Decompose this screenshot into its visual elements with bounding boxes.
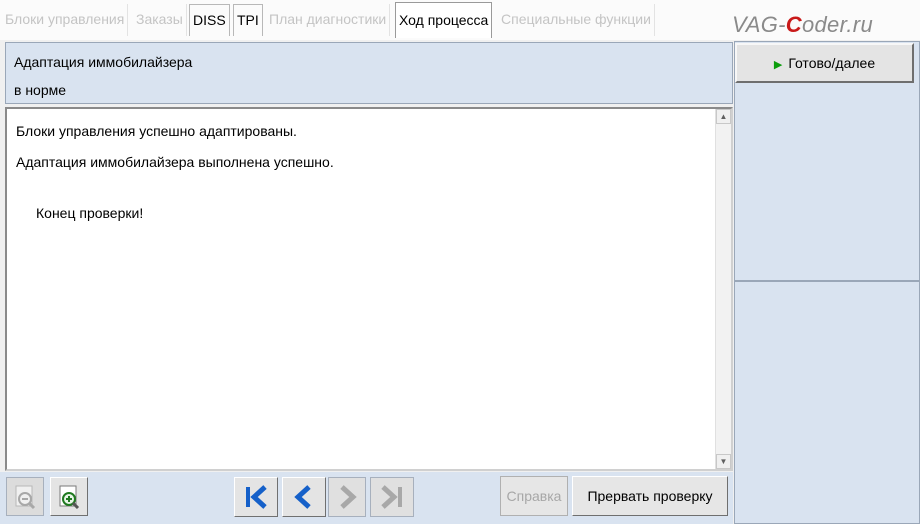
- tab-process-progress[interactable]: Ход процесса: [395, 2, 493, 38]
- tab-orders[interactable]: Заказы: [133, 4, 187, 36]
- watermark-logo: VAG-Coder.ru: [732, 12, 873, 37]
- ready-next-label: Готово/далее: [788, 55, 876, 71]
- tab-diss[interactable]: DISS: [189, 4, 230, 36]
- vertical-scrollbar[interactable]: ▲ ▼: [715, 109, 731, 469]
- play-icon: ▶: [773, 59, 783, 71]
- last-step-button[interactable]: [370, 477, 414, 517]
- zoom-out-button[interactable]: [6, 477, 44, 516]
- tab-special-functions[interactable]: Специальные функции: [498, 4, 655, 36]
- back-icon: [294, 485, 311, 509]
- procedure-header: Адаптация иммобилайзера в норме: [5, 42, 733, 104]
- forward-icon: [340, 485, 357, 509]
- previous-step-button[interactable]: [282, 477, 326, 517]
- message-line: Конец проверки!: [36, 205, 144, 221]
- procedure-title: Адаптация иммобилайзера: [14, 54, 193, 70]
- first-icon: [246, 485, 267, 509]
- help-button[interactable]: Справка: [500, 476, 568, 516]
- tab-diagnostic-plan[interactable]: План диагностики: [266, 4, 391, 36]
- zoom-out-icon: [15, 485, 36, 510]
- tab-control-units[interactable]: Блоки управления: [2, 4, 129, 36]
- right-panel-bottom: [734, 281, 920, 524]
- output-text-area[interactable]: Блоки управления успешно адаптированы. А…: [5, 107, 733, 471]
- tab-bar: Блоки управления Заказы DISS TPI План ди…: [0, 0, 920, 40]
- zoom-in-button[interactable]: [50, 477, 88, 516]
- last-icon: [381, 485, 402, 509]
- zoom-in-icon: [59, 485, 80, 510]
- scroll-up-arrow-icon[interactable]: ▲: [716, 109, 731, 124]
- message-line: Блоки управления успешно адаптированы.: [16, 123, 297, 139]
- procedure-status: в норме: [14, 82, 67, 98]
- scroll-down-arrow-icon[interactable]: ▼: [716, 454, 731, 469]
- abort-test-button[interactable]: Прервать проверку: [572, 476, 728, 516]
- first-step-button[interactable]: [234, 477, 278, 517]
- next-step-button[interactable]: [328, 477, 366, 517]
- message-line: Адаптация иммобилайзера выполнена успешн…: [16, 154, 334, 170]
- ready-next-button[interactable]: ▶ Готово/далее: [735, 43, 914, 83]
- tab-tpi[interactable]: TPI: [233, 4, 263, 36]
